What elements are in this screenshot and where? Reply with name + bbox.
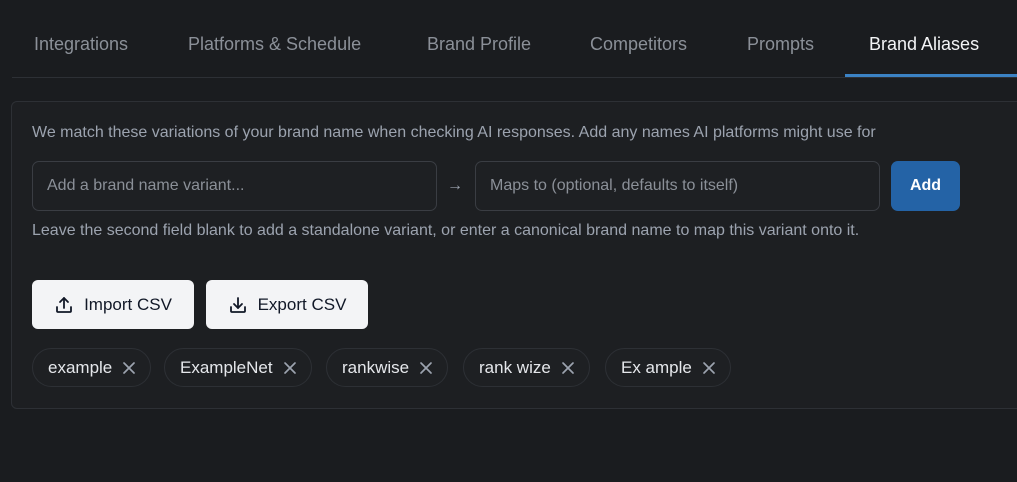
remove-alias-icon[interactable] (561, 361, 575, 375)
alias-chip-label: ExampleNet (180, 357, 273, 377)
tab-bar: Integrations Platforms & Schedule Brand … (12, 0, 1017, 78)
tab-integrations[interactable]: Integrations (34, 34, 128, 55)
export-csv-label: Export CSV (257, 294, 347, 314)
alias-chip-label: rank wize (479, 357, 551, 377)
panel-description: We match these variations of your brand … (32, 124, 876, 141)
arrow-icon: → (447, 177, 463, 194)
upload-icon (54, 295, 74, 315)
tab-competitors[interactable]: Competitors (590, 34, 687, 55)
remove-alias-icon[interactable] (122, 361, 136, 375)
download-icon (228, 295, 248, 315)
alias-chip: Ex ample (605, 348, 731, 387)
alias-chip: rankwise (326, 348, 449, 387)
active-tab-indicator (845, 74, 1017, 77)
export-csv-button[interactable]: Export CSV (206, 280, 368, 329)
tab-prompts[interactable]: Prompts (747, 34, 814, 55)
maps-to-input[interactable] (475, 161, 880, 211)
alias-chip: rank wize (463, 348, 590, 387)
alias-chip: example (32, 348, 152, 387)
remove-alias-icon[interactable] (702, 361, 716, 375)
remove-alias-icon[interactable] (419, 361, 433, 375)
remove-alias-icon[interactable] (283, 361, 297, 375)
alias-chip: ExampleNet (164, 348, 312, 387)
alias-chip-label: rankwise (342, 357, 410, 377)
import-csv-label: Import CSV (84, 294, 172, 314)
import-csv-button[interactable]: Import CSV (32, 280, 194, 329)
tab-platforms-schedule[interactable]: Platforms & Schedule (188, 34, 361, 55)
alias-chip-label: example (48, 357, 113, 377)
variant-input[interactable] (32, 161, 437, 211)
tab-brand-profile[interactable]: Brand Profile (427, 34, 531, 55)
tab-brand-aliases[interactable]: Brand Aliases (869, 34, 979, 55)
alias-chip-label: Ex ample (621, 357, 692, 377)
help-text: Leave the second field blank to add a st… (32, 222, 860, 239)
add-button[interactable]: Add (891, 161, 960, 211)
